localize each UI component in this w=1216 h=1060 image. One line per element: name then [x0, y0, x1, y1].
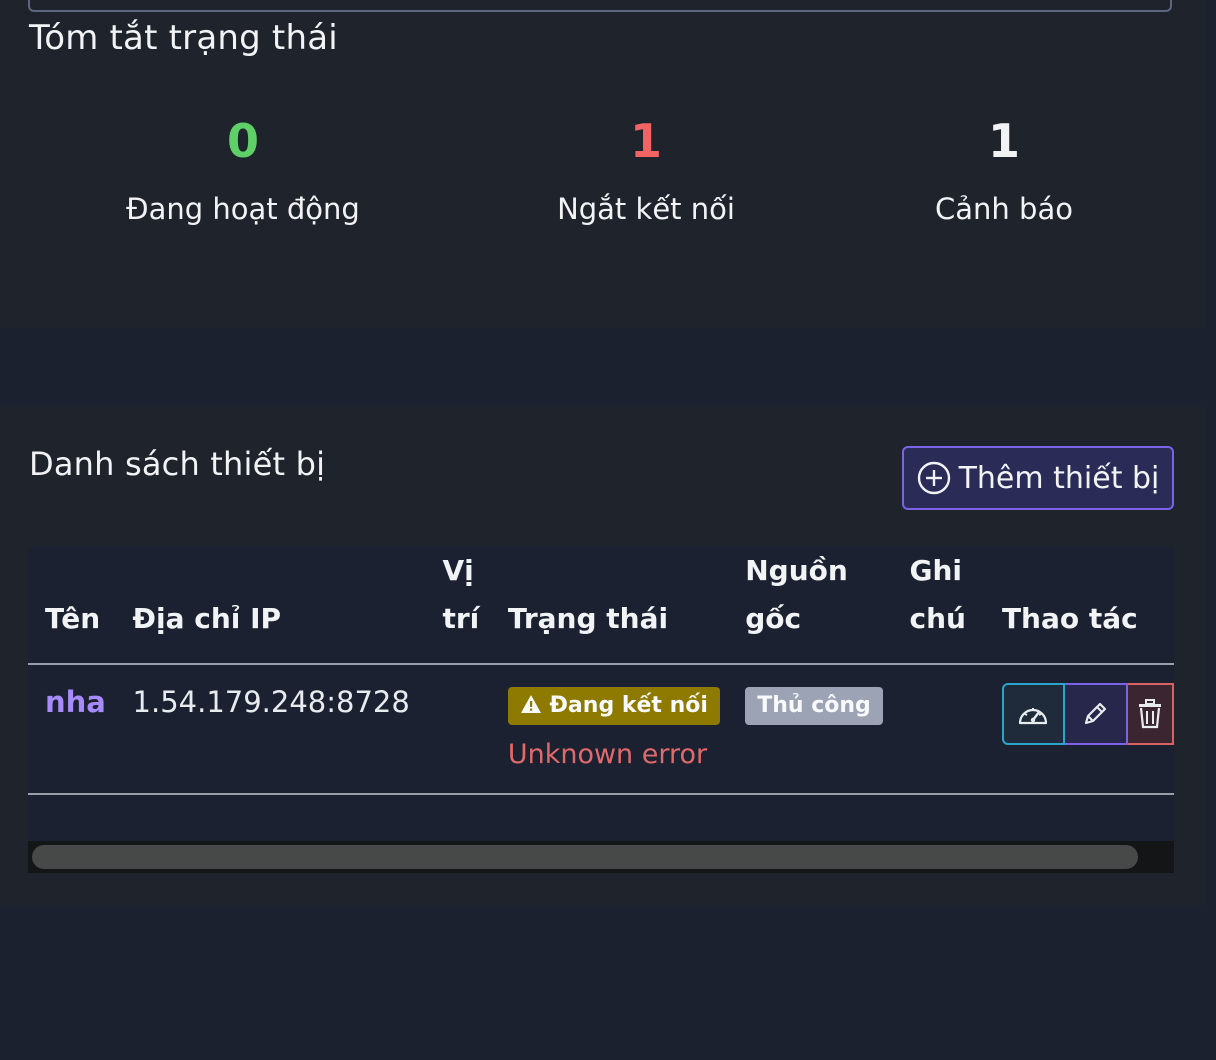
- column-header-notes[interactable]: Ghi chú: [893, 547, 985, 664]
- summary-title: Tóm tắt trạng thái: [29, 18, 338, 58]
- column-header-location[interactable]: Vị trí: [432, 547, 497, 664]
- gauge-icon: [1019, 708, 1048, 725]
- device-name-cell: nha: [28, 664, 116, 794]
- scrollbar-thumb[interactable]: [32, 845, 1138, 869]
- summary-active-label: Đang hoạt động: [126, 192, 360, 226]
- device-table-wrapper: Tên Địa chỉ IP Vị trí Trạng thái Nguồn g…: [28, 547, 1174, 872]
- summary-disconnected: 1 Ngắt kết nối: [466, 118, 826, 226]
- summary-active-count: 0: [226, 114, 259, 168]
- status-summary-card: Tóm tắt trạng thái 0 Đang hoạt động 1 Ng…: [0, 0, 1206, 328]
- device-table: Tên Địa chỉ IP Vị trí Trạng thái Nguồn g…: [28, 547, 1174, 795]
- device-source-cell: Thủ công: [729, 664, 893, 794]
- status-badge-label: Đang kết nối: [549, 693, 708, 718]
- column-header-actions: Thao tác: [1001, 602, 1138, 635]
- device-actions-cell: [986, 664, 1174, 794]
- column-header-source[interactable]: Nguồn gốc: [729, 547, 893, 664]
- status-badge: Đang kết nối: [507, 687, 720, 725]
- column-header-name[interactable]: Tên: [28, 547, 116, 664]
- warning-triangle-icon: [520, 695, 541, 713]
- add-device-button[interactable]: Thêm thiết bị: [902, 446, 1174, 510]
- summary-disconnected-count: 1: [629, 114, 662, 168]
- summary-active: 0 Đang hoạt động: [63, 118, 423, 226]
- summary-warning-count: 1: [987, 114, 1020, 168]
- action-buttons: [1001, 683, 1174, 745]
- summary-warning: 1 Cảnh báo: [824, 118, 1184, 226]
- status-error-text: Unknown error: [507, 739, 708, 770]
- device-location: [432, 664, 497, 794]
- top-input-edge[interactable]: [28, 0, 1172, 12]
- plus-circle-icon: [917, 461, 950, 495]
- edit-button[interactable]: [1064, 683, 1128, 745]
- horizontal-scrollbar[interactable]: [28, 841, 1174, 873]
- delete-button[interactable]: [1127, 683, 1174, 745]
- add-device-label: Thêm thiết bị: [958, 460, 1160, 496]
- device-name-link[interactable]: nha: [45, 685, 106, 719]
- pencil-icon: [1085, 702, 1107, 725]
- device-list-card: Danh sách thiết bị Thêm thiết bị Tên Địa…: [0, 407, 1206, 905]
- device-ip: 1.54.179.248:8728: [132, 685, 410, 719]
- monitor-button[interactable]: [1001, 683, 1065, 745]
- trash-icon: [1138, 699, 1161, 729]
- source-badge: Thủ công: [745, 687, 883, 725]
- summary-disconnected-label: Ngắt kết nối: [557, 192, 735, 226]
- column-header-status[interactable]: Trạng thái: [498, 547, 729, 664]
- table-header-row: Tên Địa chỉ IP Vị trí Trạng thái Nguồn g…: [28, 547, 1174, 664]
- device-notes: [893, 664, 985, 794]
- column-header-ip[interactable]: Địa chỉ IP: [116, 547, 433, 664]
- device-list-title: Danh sách thiết bị: [29, 445, 326, 483]
- table-row: nha 1.54.179.248:8728 Đang kết nối Unkno…: [28, 664, 1174, 794]
- device-status-cell: Đang kết nối Unknown error: [498, 664, 729, 794]
- summary-warning-label: Cảnh báo: [935, 192, 1073, 226]
